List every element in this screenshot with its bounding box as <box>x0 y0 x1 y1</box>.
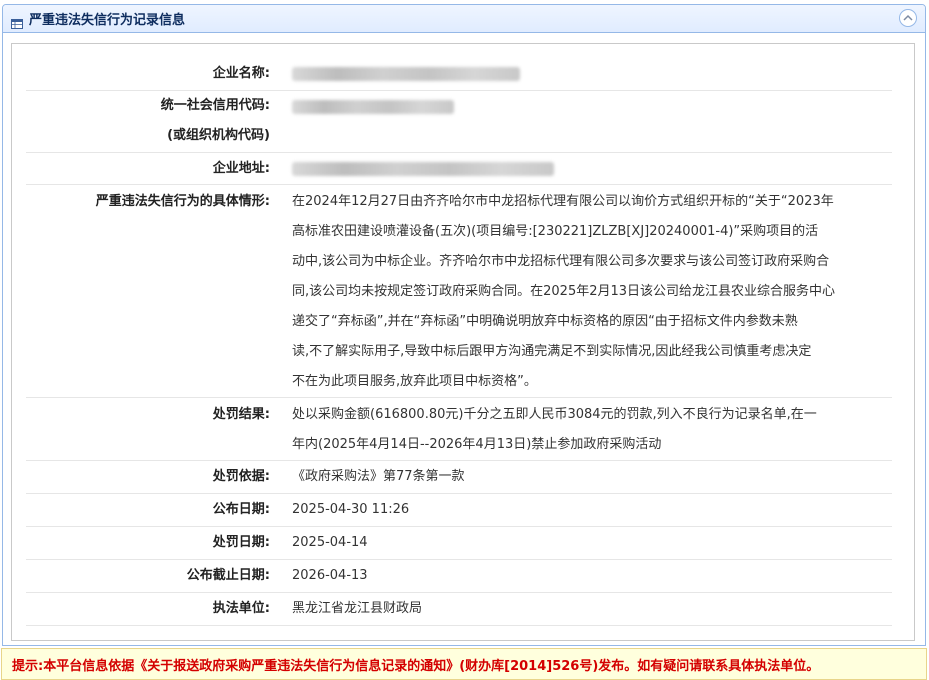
row-address: 企业地址: <box>26 153 892 185</box>
field-label: 统一社会信用代码: (或组织机构代码) <box>26 91 284 152</box>
penalty-basis-value: 《政府采购法》第77条第一款 <box>292 469 465 484</box>
field-label-line1: 统一社会信用代码: <box>160 98 270 113</box>
table-icon <box>11 14 23 29</box>
field-label: 处罚结果: <box>212 407 270 422</box>
row-publish-date: 公布日期: 2025-04-30 11:26 <box>26 494 892 527</box>
record-body: 企业名称: 统一社会信用代码: (或组织机构代码) 企业地址: 严重违法失信行为… <box>11 43 915 641</box>
row-enforcement-unit: 执法单位: 黑龙江省龙江县财政局 <box>26 593 892 626</box>
redacted-text <box>292 161 554 176</box>
field-label: 处罚依据: <box>212 469 270 484</box>
details-line: 不在为此项目服务,放弃此项目中标资格”。 <box>292 374 537 389</box>
details-line: 同,该公司均未按规定签订政府采购合同。在2025年2月13日该公司给龙江县农业综… <box>292 284 836 299</box>
publish-end-date-value: 2026-04-13 <box>292 568 368 583</box>
row-details: 严重违法失信行为的具体情形: 在2024年12月27日由齐齐哈尔市中龙招标代理有… <box>26 185 892 398</box>
panel-header: 严重违法失信行为记录信息 <box>3 5 925 33</box>
field-label: 公布截止日期: <box>186 568 270 583</box>
record-panel: 严重违法失信行为记录信息 企业名称: 统一社会信用代码: (或组织机构代码) 企… <box>2 4 926 646</box>
field-label: 公布日期: <box>212 502 270 517</box>
details-line: 递交了“弃标函”,并在“弃标函”中明确说明放弃中标资格的原因“由于招标文件内参数… <box>292 314 798 329</box>
credit-code-value <box>284 91 892 152</box>
field-label: 处罚日期: <box>212 535 270 550</box>
details-value: 在2024年12月27日由齐齐哈尔市中龙招标代理有限公司以询价方式组织开标的“关… <box>284 187 892 397</box>
publish-date-value: 2025-04-30 11:26 <box>292 502 410 517</box>
redacted-text <box>292 99 454 114</box>
redacted-text <box>292 66 520 81</box>
details-line: 在2024年12月27日由齐齐哈尔市中龙招标代理有限公司以询价方式组织开标的“关… <box>292 194 834 209</box>
record-table: 企业名称: 统一社会信用代码: (或组织机构代码) 企业地址: 严重违法失信行为… <box>26 58 892 626</box>
field-label: 企业名称: <box>212 66 270 81</box>
row-company-name: 企业名称: <box>26 58 892 91</box>
chevron-up-icon[interactable] <box>899 9 917 27</box>
enforcement-unit-value: 黑龙江省龙江县财政局 <box>292 601 423 616</box>
address-value <box>284 153 892 184</box>
field-label-line2: (或组织机构代码) <box>167 128 270 143</box>
details-line: 高标准农田建设喷灌设备(五次)(项目编号:[230221]ZLZB[XJ]202… <box>292 224 819 239</box>
penalty-result-value: 处以采购金额(616800.80元)千分之五即人民币3084元的罚款,列入不良行… <box>284 400 892 460</box>
notice-tip: 提示:本平台信息依据《关于报送政府采购严重违法失信行为信息记录的通知》(财办库[… <box>1 648 927 680</box>
row-publish-end-date: 公布截止日期: 2026-04-13 <box>26 560 892 593</box>
field-label: 企业地址: <box>212 161 270 176</box>
row-penalty-result: 处罚结果: 处以采购金额(616800.80元)千分之五即人民币3084元的罚款… <box>26 398 892 461</box>
field-label: 执法单位: <box>212 601 270 616</box>
penalty-result-line: 处以采购金额(616800.80元)千分之五即人民币3084元的罚款,列入不良行… <box>292 407 817 422</box>
row-penalty-basis: 处罚依据: 《政府采购法》第77条第一款 <box>26 461 892 494</box>
penalty-date-value: 2025-04-14 <box>292 535 368 550</box>
field-label: 严重违法失信行为的具体情形: <box>95 194 270 209</box>
details-line: 动中,该公司为中标企业。齐齐哈尔市中龙招标代理有限公司多次要求与该公司签订政府采… <box>292 254 830 269</box>
row-credit-code: 统一社会信用代码: (或组织机构代码) <box>26 91 892 153</box>
panel-title: 严重违法失信行为记录信息 <box>29 13 186 28</box>
details-line: 读,不了解实际用子,导致中标后跟甲方沟通完满足不到实际情况,因此经我公司慎重考虑… <box>292 344 812 359</box>
penalty-result-line: 年内(2025年4月14日--2026年4月13日)禁止参加政府采购活动 <box>292 437 662 452</box>
row-penalty-date: 处罚日期: 2025-04-14 <box>26 527 892 560</box>
company-name-value <box>284 58 892 90</box>
